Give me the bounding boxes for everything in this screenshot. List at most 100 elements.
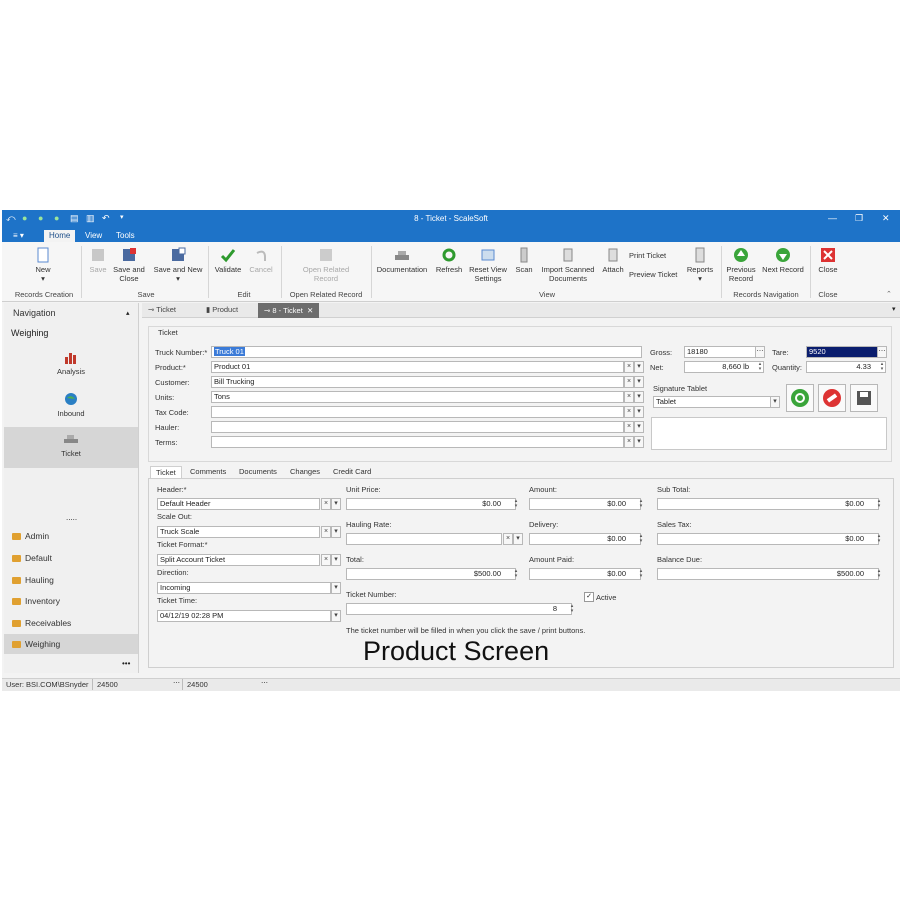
next-record-button[interactable]: Next Record: [760, 247, 806, 274]
status-field-1[interactable]: 24500: [92, 679, 175, 690]
save-new-button[interactable]: Save and New ▾: [151, 247, 205, 283]
reports-button[interactable]: Reports ▾: [685, 247, 715, 283]
product-field[interactable]: Product 01: [211, 361, 624, 373]
terms-dropdown-icon[interactable]: ▾: [634, 436, 644, 448]
ticket-time-field[interactable]: 04/12/19 02:28 PM: [157, 610, 331, 622]
product-dropdown-icon[interactable]: ▾: [634, 361, 644, 373]
ticket-number-spinner-icon[interactable]: ▴ ▾: [569, 604, 575, 614]
status-field-2-more-icon[interactable]: ⋯: [261, 679, 268, 687]
reset-view-settings-button[interactable]: Reset View Settings: [466, 247, 510, 283]
ticket-time-dropdown-icon[interactable]: ▾: [331, 610, 341, 622]
tare-field[interactable]: 9520: [806, 346, 878, 358]
navigation-more[interactable]: .....: [66, 513, 77, 522]
header-dropdown-icon[interactable]: ▾: [331, 498, 341, 510]
header-clear-icon[interactable]: ×: [321, 498, 331, 510]
tax-code-field[interactable]: [211, 406, 624, 418]
close-button[interactable]: Close: [814, 247, 842, 274]
direction-dropdown-icon[interactable]: ▾: [331, 582, 341, 594]
tax-code-dropdown-icon[interactable]: ▾: [634, 406, 644, 418]
tare-more-icon[interactable]: ⋯: [877, 346, 887, 358]
new-button[interactable]: New ▾: [28, 247, 58, 283]
print-ticket-button[interactable]: Print Ticket: [629, 251, 679, 260]
cancel-button[interactable]: Cancel: [247, 247, 275, 274]
nav-item-ticket[interactable]: Ticket: [4, 427, 138, 468]
ticket-number-field[interactable]: 8: [346, 603, 572, 615]
documentation-button[interactable]: Documentation: [374, 247, 430, 274]
direction-field[interactable]: Incoming: [157, 582, 331, 594]
gross-more-icon[interactable]: ⋯: [755, 346, 765, 358]
tax-code-clear-icon[interactable]: ×: [624, 406, 634, 418]
units-clear-icon[interactable]: ×: [624, 391, 634, 403]
header-field[interactable]: Default Header: [157, 498, 320, 510]
units-dropdown-icon[interactable]: ▾: [634, 391, 644, 403]
ticket-format-dropdown-icon[interactable]: ▾: [331, 554, 341, 566]
quantity-spinner-icon[interactable]: ▴ ▾: [879, 362, 885, 372]
total-spinner-icon[interactable]: ▴ ▾: [513, 569, 519, 579]
category-receivables[interactable]: Receivables: [12, 618, 71, 628]
subtab-ticket[interactable]: Ticket: [150, 466, 182, 478]
balance-due-spinner-icon[interactable]: ▴ ▾: [876, 569, 882, 579]
truck-number-field[interactable]: Truck 01: [211, 346, 642, 358]
collapse-ribbon-icon[interactable]: ⌃: [886, 290, 892, 298]
amount-field[interactable]: $0.00: [529, 498, 641, 510]
minimize-icon[interactable]: —: [828, 213, 837, 223]
balance-due-field[interactable]: $500.00: [657, 568, 879, 580]
customer-dropdown-icon[interactable]: ▾: [634, 376, 644, 388]
subtab-comments[interactable]: Comments: [190, 467, 226, 476]
signature-device-dropdown-icon[interactable]: ▾: [770, 396, 780, 408]
previous-record-button[interactable]: Previous Record: [724, 247, 758, 283]
category-weighing[interactable]: Weighing: [12, 639, 60, 649]
units-field[interactable]: Tons: [211, 391, 624, 403]
doc-tab-8-ticket[interactable]: ⊸ 8 - Ticket ✕: [258, 303, 320, 318]
tab-list-icon[interactable]: ▾: [892, 305, 896, 313]
hauler-field[interactable]: [211, 421, 624, 433]
open-related-record-button[interactable]: Open Related Record: [296, 247, 356, 283]
hauling-rate-dropdown-icon[interactable]: ▾: [513, 533, 523, 545]
subtab-credit-card[interactable]: Credit Card: [333, 467, 371, 476]
gross-field[interactable]: 18180: [684, 346, 756, 358]
signature-pad[interactable]: [651, 417, 887, 450]
app-menu-button[interactable]: ≡ ▾: [8, 231, 29, 240]
unit-price-spinner-icon[interactable]: ▴ ▾: [513, 499, 519, 509]
import-scanned-documents-button[interactable]: Import Scanned Documents: [538, 247, 598, 283]
terms-field[interactable]: [211, 436, 624, 448]
amount-paid-spinner-icon[interactable]: ▴ ▾: [638, 569, 644, 579]
sub-total-field[interactable]: $0.00: [657, 498, 879, 510]
delivery-field[interactable]: $0.00: [529, 533, 641, 545]
tab-tools[interactable]: Tools: [111, 231, 140, 240]
category-default[interactable]: Default: [12, 553, 52, 563]
category-hauling[interactable]: Hauling: [12, 575, 54, 585]
save-button[interactable]: Save: [86, 247, 110, 274]
category-inventory[interactable]: Inventory: [12, 596, 60, 606]
net-field[interactable]: 8,660 lb: [684, 361, 764, 373]
ticket-format-field[interactable]: Split Account Ticket: [157, 554, 320, 566]
active-checkbox[interactable]: ✓: [584, 592, 594, 602]
navigation-overflow[interactable]: •••: [122, 659, 130, 668]
sales-tax-spinner-icon[interactable]: ▴ ▾: [876, 534, 882, 544]
doc-tab-product[interactable]: ▮ Product: [206, 305, 238, 314]
category-admin[interactable]: Admin: [12, 531, 49, 541]
nav-item-analysis[interactable]: Analysis: [4, 349, 138, 385]
scale-out-clear-icon[interactable]: ×: [321, 526, 331, 538]
hauling-rate-clear-icon[interactable]: ×: [503, 533, 513, 545]
net-spinner-icon[interactable]: ▴ ▾: [757, 362, 763, 372]
hauling-rate-field[interactable]: [346, 533, 502, 545]
quantity-field[interactable]: 4.33: [806, 361, 886, 373]
status-field-1-more-icon[interactable]: ⋯: [173, 679, 180, 687]
amount-spinner-icon[interactable]: ▴ ▾: [638, 499, 644, 509]
status-field-2[interactable]: 24500: [182, 679, 263, 690]
hauler-dropdown-icon[interactable]: ▾: [634, 421, 644, 433]
product-clear-icon[interactable]: ×: [624, 361, 634, 373]
save-close-button[interactable]: Save and Close: [112, 247, 146, 283]
refresh-button[interactable]: Refresh: [434, 247, 464, 274]
validate-button[interactable]: Validate: [213, 247, 243, 274]
delivery-spinner-icon[interactable]: ▴ ▾: [638, 534, 644, 544]
signature-refresh-button[interactable]: [786, 384, 814, 412]
scale-out-dropdown-icon[interactable]: ▾: [331, 526, 341, 538]
signature-device-select[interactable]: Tablet: [653, 396, 771, 408]
sub-total-spinner-icon[interactable]: ▴ ▾: [876, 499, 882, 509]
hauler-clear-icon[interactable]: ×: [624, 421, 634, 433]
terms-clear-icon[interactable]: ×: [624, 436, 634, 448]
preview-ticket-button[interactable]: Preview Ticket: [629, 270, 683, 279]
attach-button[interactable]: Attach: [600, 247, 626, 274]
